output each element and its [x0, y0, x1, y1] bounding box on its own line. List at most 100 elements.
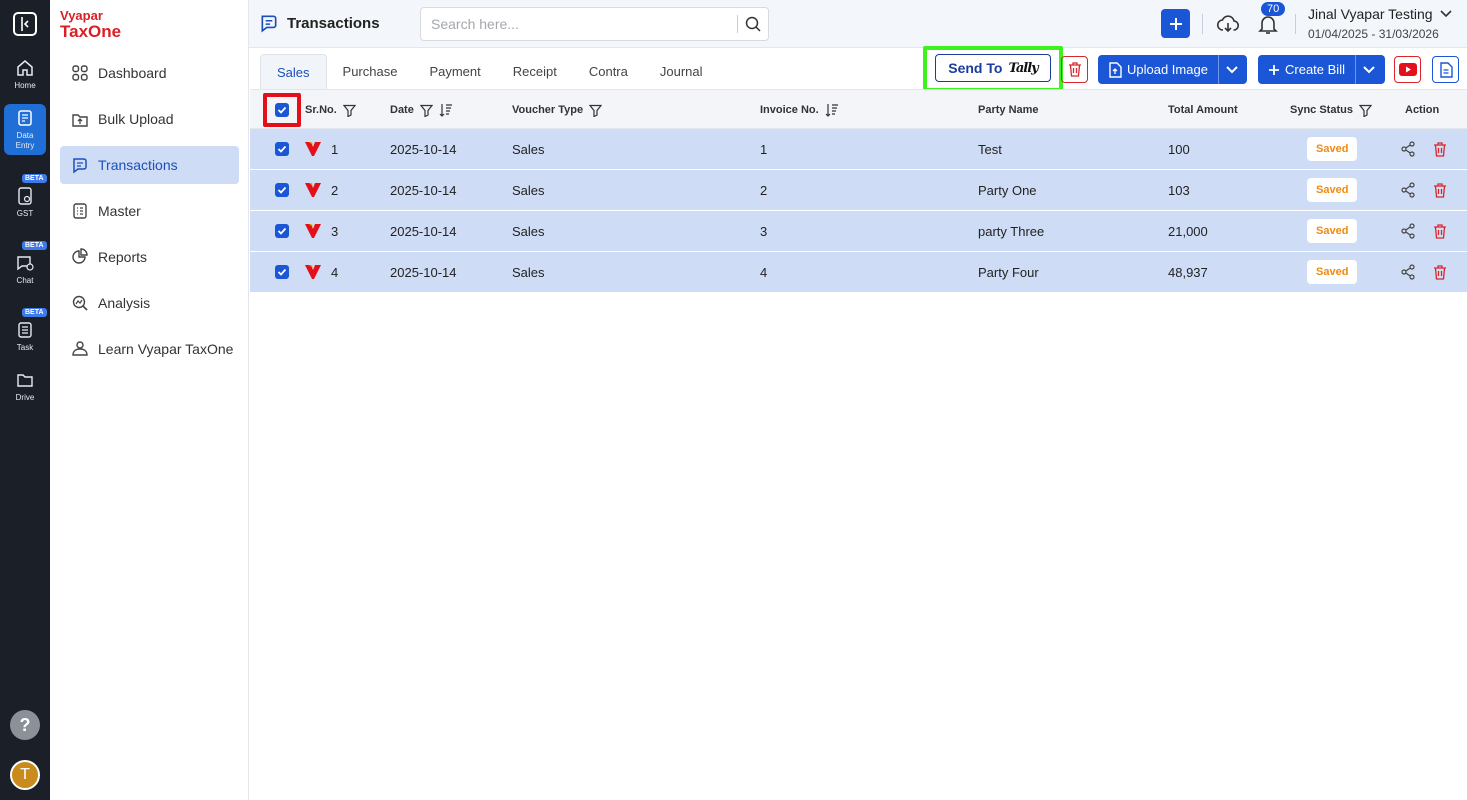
search-input[interactable]	[421, 16, 737, 32]
create-bill-button[interactable]: Create Bill	[1258, 55, 1355, 84]
sort-icon[interactable]	[825, 103, 839, 117]
tally-logo: Tally	[1008, 60, 1038, 76]
table-row[interactable]: 3 2025-10-14 Sales 3 party Three 21,000 …	[250, 211, 1467, 252]
rail-item-home[interactable]: Home	[4, 58, 46, 91]
row-checkbox[interactable]	[275, 183, 289, 197]
sidebar-item-transactions[interactable]: Transactions	[60, 146, 239, 184]
date-cell: 2025-10-14	[390, 264, 457, 280]
send-to-tally-button[interactable]: Send To Tally	[935, 54, 1051, 82]
page-title: Transactions	[259, 13, 380, 33]
column-invoice-no: Invoice No.	[760, 90, 839, 130]
search-icon[interactable]	[738, 16, 768, 32]
status-badge: Saved	[1307, 178, 1358, 202]
share-icon[interactable]	[1400, 141, 1416, 157]
avatar[interactable]: T	[10, 760, 40, 790]
party-cell: Party Four	[978, 264, 1039, 280]
filter-icon[interactable]	[419, 104, 433, 117]
sync-status-cell: Saved	[1307, 252, 1358, 292]
cloud-download-icon[interactable]	[1216, 12, 1240, 36]
sidebar: Vyapar TaxOne Dashboard Bulk Upload Tran…	[50, 0, 249, 800]
trash-icon[interactable]	[1433, 264, 1447, 280]
upload-image-button[interactable]: Upload Image	[1098, 55, 1218, 84]
table-body: 1 2025-10-14 Sales 1 Test 100 Saved 2 20…	[250, 129, 1467, 293]
table-row[interactable]: 2 2025-10-14 Sales 2 Party One 103 Saved	[250, 170, 1467, 211]
voucher-cell: Sales	[512, 223, 545, 239]
bulk-delete-button[interactable]	[1061, 56, 1088, 83]
plus-icon	[1268, 64, 1280, 76]
tab-contra[interactable]: Contra	[573, 54, 644, 89]
select-all-checkbox[interactable]	[275, 103, 289, 117]
vyapar-logo-icon	[305, 265, 321, 279]
rail-item-chat[interactable]: BETA Chat	[4, 241, 47, 286]
home-icon	[15, 58, 35, 78]
add-button[interactable]	[1161, 9, 1190, 38]
column-voucher-type: Voucher Type	[512, 90, 603, 130]
amount-cell: 48,937	[1168, 264, 1208, 280]
upload-image-dropdown[interactable]	[1217, 55, 1246, 84]
filter-icon[interactable]	[589, 104, 603, 117]
row-checkbox-cell	[275, 170, 289, 210]
tab-payment[interactable]: Payment	[413, 54, 496, 89]
date-cell: 2025-10-14	[390, 182, 457, 198]
top-header: Transactions 70 Jinal Vyapar Testing 01/…	[249, 0, 1467, 48]
youtube-icon	[1398, 63, 1417, 76]
sidebar-item-bulk-upload[interactable]: Bulk Upload	[60, 100, 239, 138]
table-row[interactable]: 1 2025-10-14 Sales 1 Test 100 Saved	[250, 129, 1467, 170]
company-selector[interactable]: Jinal Vyapar Testing	[1308, 6, 1453, 22]
tab-sales[interactable]: Sales	[260, 54, 327, 89]
collapse-icon[interactable]	[13, 12, 37, 36]
notification-badge: 70	[1261, 2, 1286, 16]
data-entry-icon	[15, 108, 35, 128]
rail-item-drive[interactable]: Drive	[4, 370, 46, 403]
youtube-button[interactable]	[1394, 56, 1421, 83]
chevron-down-icon	[1363, 65, 1376, 73]
table-row[interactable]: 4 2025-10-14 Sales 4 Party Four 48,937 S…	[250, 252, 1467, 293]
sidebar-item-reports[interactable]: Reports	[60, 238, 239, 276]
rail-item-task[interactable]: BETA Task	[4, 308, 47, 353]
invoice-cell: 2	[760, 182, 768, 198]
action-cell	[1400, 170, 1447, 210]
transactions-icon	[70, 155, 90, 175]
status-badge: Saved	[1307, 260, 1358, 284]
share-icon[interactable]	[1400, 182, 1416, 198]
rail-item-data-entry[interactable]: Data Entry	[4, 104, 46, 155]
share-icon[interactable]	[1400, 223, 1416, 239]
voucher-cell: Sales	[512, 264, 545, 280]
sidebar-item-analysis[interactable]: Analysis	[60, 284, 239, 322]
tab-receipt[interactable]: Receipt	[497, 54, 573, 89]
row-checkbox[interactable]	[275, 224, 289, 238]
filter-icon[interactable]	[342, 104, 356, 117]
trash-icon	[1068, 62, 1081, 77]
tab-journal[interactable]: Journal	[644, 54, 719, 89]
learn-icon	[70, 339, 90, 359]
help-button[interactable]: ?	[10, 710, 40, 740]
trash-icon[interactable]	[1433, 223, 1447, 239]
share-icon[interactable]	[1400, 264, 1416, 280]
document-button[interactable]	[1432, 56, 1459, 83]
grid-icon	[70, 63, 90, 83]
toolbar: Sales Purchase Payment Receipt Contra Jo…	[249, 46, 1467, 92]
row-checkbox[interactable]	[275, 142, 289, 156]
amount-cell: 21,000	[1168, 223, 1208, 239]
rail-item-gst[interactable]: BETA GST	[4, 174, 47, 219]
column-date: Date	[390, 90, 453, 130]
sidebar-item-master[interactable]: Master	[60, 192, 239, 230]
create-bill-dropdown[interactable]	[1354, 55, 1383, 84]
column-sync-status: Sync Status	[1290, 90, 1372, 130]
filter-icon[interactable]	[1358, 104, 1372, 117]
master-icon	[70, 201, 90, 221]
column-action: Action	[1405, 104, 1440, 116]
amount-cell: 100	[1168, 141, 1190, 157]
row-checkbox[interactable]	[275, 265, 289, 279]
trash-icon[interactable]	[1433, 141, 1447, 157]
icon-rail: Home Data Entry BETA GST BETA Chat BETA …	[0, 0, 50, 800]
sidebar-item-learn[interactable]: Learn Vyapar TaxOne	[60, 330, 239, 368]
trash-icon[interactable]	[1433, 182, 1447, 198]
tab-purchase[interactable]: Purchase	[327, 54, 414, 89]
row-checkbox-cell	[275, 129, 289, 169]
document-icon	[1439, 61, 1453, 78]
voucher-cell: Sales	[512, 182, 545, 198]
sort-icon[interactable]	[439, 103, 453, 117]
sidebar-item-dashboard[interactable]: Dashboard	[60, 54, 239, 92]
highlight-box-red	[263, 93, 301, 127]
